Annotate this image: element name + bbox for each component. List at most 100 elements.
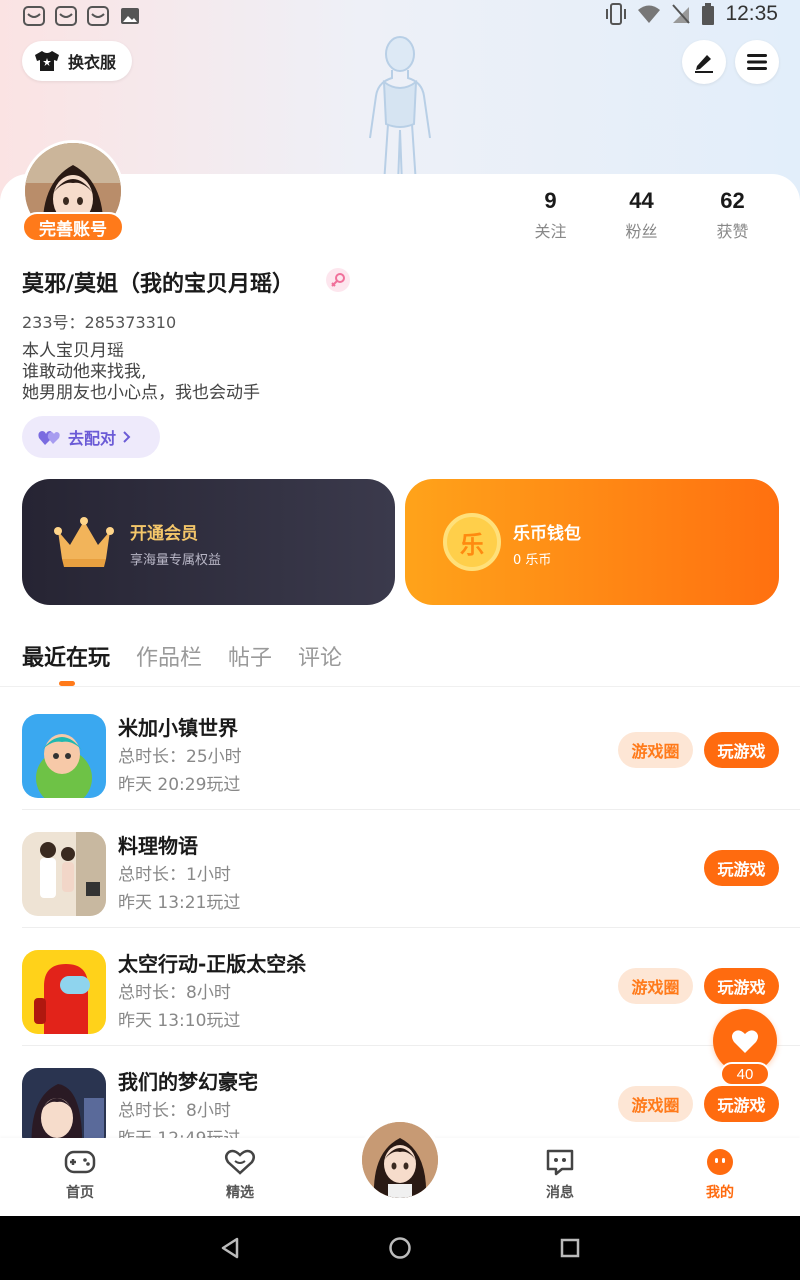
nav-avatar-button[interactable]	[358, 1118, 442, 1202]
complete-account-badge[interactable]: 完善账号	[22, 212, 124, 242]
message-icon	[546, 1149, 574, 1176]
tab-works[interactable]: 作品栏	[136, 640, 202, 672]
game-list-item[interactable]: 太空行动-正版太空杀 总时长：8小时 昨天 13:10玩过 游戏圈 玩游戏	[22, 928, 800, 1046]
female-gender-icon	[326, 268, 350, 292]
game-icon	[22, 714, 106, 798]
recent-apps-icon[interactable]	[560, 1238, 580, 1258]
game-last-played: 昨天 13:21玩过	[118, 893, 241, 913]
game-last-played: 昨天 13:10玩过	[118, 1011, 241, 1031]
nav-label: 我的	[706, 1185, 734, 1201]
play-game-button[interactable]: 玩游戏	[704, 850, 779, 886]
nav-featured[interactable]: 精选	[200, 1148, 280, 1202]
divider	[0, 686, 800, 687]
game-name: 我们的梦幻豪宅	[118, 1070, 258, 1094]
stat-label: 粉丝	[625, 222, 658, 241]
clock: 12:35	[725, 2, 778, 25]
game-name: 料理物语	[118, 834, 198, 858]
menu-button[interactable]	[735, 40, 779, 84]
pair-label: 去配对	[68, 429, 117, 448]
bio-line: 她男朋友也小心点，我也会动手	[22, 383, 260, 403]
coin-icon: 乐	[443, 513, 501, 571]
stat-value: 44	[629, 188, 654, 213]
game-icon	[22, 832, 106, 916]
nav-label: 消息	[546, 1185, 574, 1201]
nav-label: 首页	[66, 1185, 94, 1201]
like-count-badge: 40	[720, 1062, 770, 1086]
wallet-subtitle: 0 乐币	[513, 553, 552, 568]
stat-following[interactable]: 9 关注	[505, 188, 596, 242]
nav-home[interactable]: 首页	[40, 1148, 120, 1202]
game-duration: 总时长：8小时	[118, 983, 231, 1003]
tab-recent[interactable]: 最近在玩	[22, 640, 110, 672]
app-notification-icon	[87, 6, 109, 26]
game-name: 米加小镇世界	[118, 716, 238, 740]
wallet-title: 乐币钱包	[513, 524, 581, 544]
play-game-button[interactable]: 玩游戏	[704, 968, 779, 1004]
hamburger-menu-icon	[747, 54, 767, 70]
profile-stats: 9 关注 44 粉丝 62 获赞	[505, 188, 778, 242]
game-duration: 总时长：1小时	[118, 865, 231, 885]
back-icon[interactable]	[220, 1237, 240, 1259]
chevron-right-icon	[123, 431, 131, 443]
stat-likes[interactable]: 62 获赞	[687, 188, 778, 242]
profile-tabs: 最近在玩 作品栏 帖子 评论	[22, 640, 342, 672]
change-outfit-button[interactable]: 换衣服	[22, 41, 133, 81]
tab-comments[interactable]: 评论	[298, 640, 342, 672]
avatar	[362, 1122, 438, 1198]
user-id: 233号：285373310	[22, 313, 177, 332]
tab-posts[interactable]: 帖子	[228, 640, 272, 672]
game-circle-button[interactable]: 游戏圈	[618, 968, 693, 1004]
smiley-face-icon	[707, 1149, 733, 1175]
crown-icon	[54, 517, 114, 567]
tshirt-icon	[35, 51, 59, 71]
change-outfit-label: 换衣服	[68, 53, 117, 72]
heart-outline-icon	[225, 1149, 255, 1175]
gamepad-icon	[64, 1150, 96, 1174]
pencil-icon	[695, 55, 713, 73]
nav-label: 精选	[226, 1185, 254, 1201]
no-signal-icon	[672, 4, 691, 24]
game-last-played: 昨天 20:29玩过	[118, 775, 241, 795]
wifi-icon	[638, 5, 661, 23]
wallet-card[interactable]: 乐 乐币钱包 0 乐币	[405, 479, 779, 605]
vibrate-icon	[606, 3, 627, 25]
username: 莫邪/莫姐（我的宝贝月瑶）	[22, 272, 295, 297]
pair-button[interactable]: 去配对	[22, 416, 160, 458]
stat-value: 9	[544, 188, 557, 213]
status-bar: 12:35	[0, 0, 800, 34]
vip-subtitle: 享海量专属权益	[130, 553, 222, 568]
avatar-3d-figure	[369, 36, 431, 184]
game-duration: 总时长：25小时	[118, 747, 242, 767]
bio-line: 谁敢动他来找我,	[22, 362, 147, 382]
profile-avatar[interactable]: 完善账号	[22, 140, 124, 242]
battery-icon	[702, 3, 715, 25]
game-circle-button[interactable]: 游戏圈	[618, 732, 693, 768]
stat-label: 获赞	[716, 222, 749, 241]
game-icon	[22, 950, 106, 1034]
nav-mine[interactable]: 我的	[680, 1148, 760, 1202]
game-name: 太空行动-正版太空杀	[118, 952, 307, 976]
user-bio: 本人宝贝月瑶 谁敢动他来找我, 她男朋友也小心点，我也会动手	[22, 341, 260, 404]
stat-followers[interactable]: 44 粉丝	[596, 188, 687, 242]
bio-line: 本人宝贝月瑶	[22, 341, 124, 361]
stat-value: 62	[720, 188, 745, 213]
double-heart-icon	[38, 431, 60, 445]
app-notification-icon	[55, 6, 77, 26]
vip-title: 开通会员	[130, 524, 198, 544]
play-game-button[interactable]: 玩游戏	[704, 1086, 779, 1122]
game-list-item[interactable]: 料理物语 总时长：1小时 昨天 13:21玩过 玩游戏	[22, 810, 800, 928]
stat-label: 关注	[534, 222, 567, 241]
nav-messages[interactable]: 消息	[520, 1148, 600, 1202]
heart-icon	[732, 1030, 758, 1053]
game-list-item[interactable]: 米加小镇世界 总时长：25小时 昨天 20:29玩过 游戏圈 玩游戏	[22, 692, 800, 810]
image-icon	[121, 8, 139, 24]
edit-profile-button[interactable]	[682, 40, 726, 84]
game-duration: 总时长：8小时	[118, 1101, 231, 1121]
home-circle-icon[interactable]	[388, 1236, 412, 1260]
system-navigation-bar	[0, 1216, 800, 1280]
play-game-button[interactable]: 玩游戏	[704, 732, 779, 768]
coin-char: 乐	[460, 530, 484, 559]
game-circle-button[interactable]: 游戏圈	[618, 1086, 693, 1122]
vip-membership-card[interactable]: 开通会员 享海量专属权益	[22, 479, 395, 605]
app-notification-icon	[23, 6, 45, 26]
